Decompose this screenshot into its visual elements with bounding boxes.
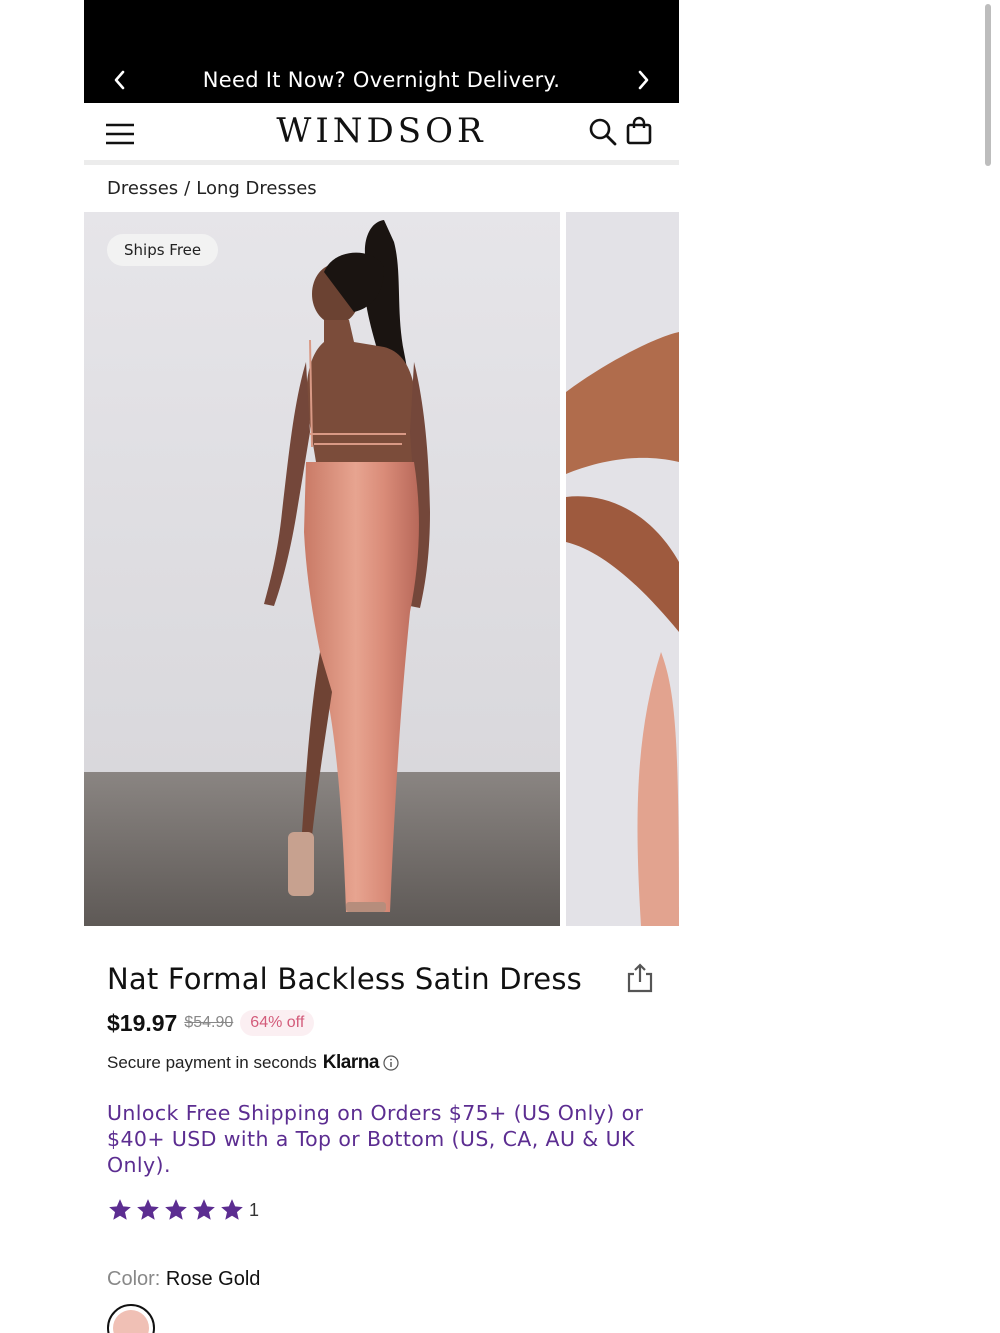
rating-summary[interactable]: 1 — [107, 1197, 259, 1223]
product-title: Nat Formal Backless Satin Dress — [107, 962, 582, 996]
color-label: Color: — [107, 1268, 161, 1290]
breadcrumb-long-dresses[interactable]: Long Dresses — [196, 178, 316, 199]
review-count: 1 — [249, 1199, 260, 1220]
model-photo — [84, 212, 560, 926]
page-frame: Need It Now? Overnight Delivery. WINDSOR… — [84, 0, 679, 1333]
model-photo-side — [566, 212, 679, 926]
free-shipping-message[interactable]: Unlock Free Shipping on Orders $75+ (US … — [107, 1100, 647, 1178]
breadcrumb-dresses[interactable]: Dresses — [107, 178, 178, 199]
price-row: $19.97 $54.90 64% off — [107, 1008, 315, 1038]
info-icon[interactable] — [383, 1055, 399, 1071]
color-swatch-rose-gold[interactable] — [107, 1304, 155, 1333]
chevron-right-icon[interactable] — [627, 64, 659, 96]
klarna-payment-row: Secure payment in seconds Klarna — [107, 1052, 399, 1074]
klarna-logo: Klarna — [322, 1052, 380, 1073]
star-icon — [193, 1199, 215, 1220]
star-icon — [165, 1199, 187, 1220]
breadcrumb-separator: / — [184, 178, 191, 199]
discount-badge: 64% off — [240, 1010, 315, 1036]
promo-message[interactable]: Need It Now? Overnight Delivery. — [84, 68, 679, 92]
product-gallery[interactable]: Ships Free — [84, 212, 679, 926]
star-icon — [109, 1199, 131, 1220]
color-value: Rose Gold — [165, 1268, 261, 1290]
search-icon[interactable] — [588, 117, 618, 147]
payment-text: Secure payment in seconds — [107, 1053, 317, 1072]
breadcrumb: Dresses / Long Dresses — [107, 178, 317, 199]
product-image-back-view[interactable]: Ships Free — [84, 212, 560, 926]
ships-free-badge: Ships Free — [107, 234, 219, 266]
share-icon[interactable] — [625, 962, 655, 994]
star-icon — [137, 1199, 159, 1220]
site-header: WINDSOR — [84, 103, 679, 165]
promo-banner: Need It Now? Overnight Delivery. — [84, 0, 679, 103]
star-icon — [221, 1199, 243, 1220]
original-price: $54.90 — [184, 1014, 234, 1031]
shopping-bag-icon[interactable] — [625, 116, 653, 146]
color-selector-label: Color: Rose Gold — [107, 1268, 260, 1291]
sale-price: $19.97 — [107, 1009, 178, 1036]
product-image-next[interactable] — [566, 212, 679, 926]
page-scrollbar[interactable] — [985, 4, 991, 166]
